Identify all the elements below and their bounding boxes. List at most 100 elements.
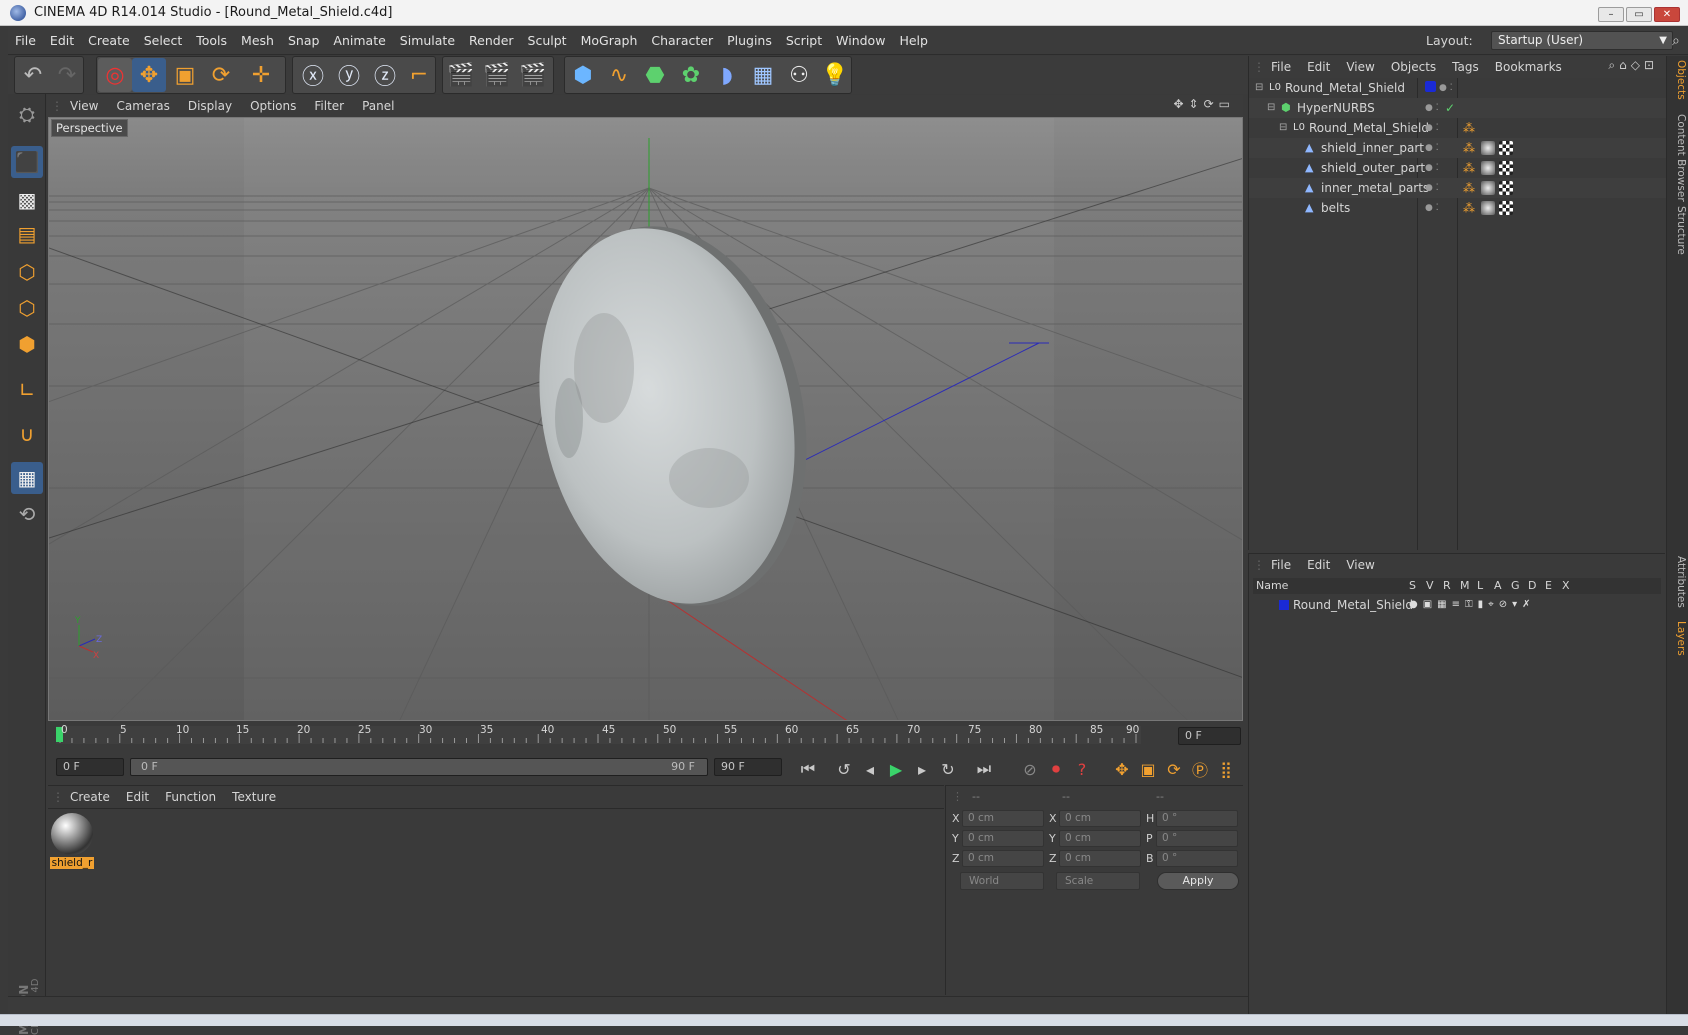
rot-h-field[interactable]: 0 ° bbox=[1156, 810, 1238, 827]
material-tag-icon[interactable] bbox=[1481, 181, 1495, 195]
current-frame-field[interactable]: 0 F bbox=[1178, 727, 1241, 745]
live-selection-icon[interactable]: ◎ bbox=[98, 58, 132, 92]
material-tag-icon[interactable] bbox=[1481, 201, 1495, 215]
menu-mesh[interactable]: Mesh bbox=[234, 27, 281, 55]
render-view-icon[interactable]: 🎬 bbox=[444, 58, 478, 92]
minimize-button[interactable]: – bbox=[1598, 7, 1624, 22]
object-tree-row[interactable]: ⊟ L0 Round_Metal_Shield ● ⁚ bbox=[1249, 78, 1666, 98]
viewport-menu-filter[interactable]: Filter bbox=[305, 95, 353, 117]
expand-toggle-icon[interactable]: ⊟ bbox=[1267, 98, 1275, 118]
close-button[interactable]: ✕ bbox=[1654, 7, 1680, 22]
object-manager-nav-icons[interactable]: ⌕⌂◇⊡ bbox=[1608, 58, 1658, 73]
menu-sculpt[interactable]: Sculpt bbox=[521, 27, 574, 55]
visibility-dots-icon[interactable]: ● ⁚ bbox=[1425, 138, 1439, 158]
phong-tag-icon[interactable]: ⁂ bbox=[1463, 138, 1475, 158]
phong-tag-icon[interactable]: ⁂ bbox=[1463, 178, 1475, 198]
objects-menu-tags[interactable]: Tags bbox=[1444, 56, 1487, 78]
object-tree-row[interactable]: ⊟ ⬢ HyperNURBS ● ⁚ ✓ bbox=[1249, 98, 1666, 118]
preview-range-slider[interactable]: 0 F 90 F bbox=[130, 758, 708, 776]
start-frame-field[interactable]: 0 F bbox=[56, 758, 124, 776]
layers-menu-edit[interactable]: Edit bbox=[1299, 554, 1338, 576]
menu-simulate[interactable]: Simulate bbox=[393, 27, 462, 55]
z-axis-lock-icon[interactable]: ⓩ bbox=[368, 58, 402, 92]
cube-object-icon[interactable]: ⬢ bbox=[566, 58, 600, 92]
phong-tag-icon[interactable]: ⁂ bbox=[1463, 198, 1475, 218]
timeline-ruler[interactable]: 0 5 10 15 20 25 30 35 40 45 50 55 60 65 … bbox=[48, 722, 1243, 750]
go-to-start-icon[interactable]: ⏮ bbox=[796, 758, 820, 780]
visibility-dots-icon[interactable]: ● ⁚ bbox=[1425, 178, 1439, 198]
menu-create[interactable]: Create bbox=[81, 27, 137, 55]
object-tree-row[interactable]: ▲ inner_metal_parts ● ⁚ ⁂ bbox=[1249, 178, 1666, 198]
size-x-field[interactable]: 0 cm bbox=[1059, 810, 1141, 827]
play-icon[interactable]: ▶ bbox=[884, 758, 908, 780]
recent-tool-icon[interactable]: ✛ bbox=[244, 58, 278, 92]
next-frame-icon[interactable]: ▸ bbox=[910, 758, 934, 780]
pos-x-field[interactable]: 0 cm bbox=[962, 810, 1044, 827]
size-z-field[interactable]: 0 cm bbox=[1059, 850, 1141, 867]
phong-tag-icon[interactable]: ⁂ bbox=[1463, 118, 1475, 138]
menu-window[interactable]: Window bbox=[829, 27, 892, 55]
texture-mode-icon[interactable]: ▩ bbox=[11, 184, 43, 216]
record-keys-icon[interactable]: ⊘ bbox=[1018, 758, 1042, 780]
visibility-dots-icon[interactable]: ● ⁚ bbox=[1439, 78, 1453, 98]
material-tag-icon[interactable] bbox=[1481, 141, 1495, 155]
nurbs-icon[interactable]: ⬣ bbox=[638, 58, 672, 92]
expand-toggle-icon[interactable]: ⊟ bbox=[1279, 118, 1287, 138]
viewport-menu-options[interactable]: Options bbox=[241, 95, 305, 117]
object-tree-row[interactable]: ▲ shield_outer_part ● ⁚ ⁂ bbox=[1249, 158, 1666, 178]
key-rotation-icon[interactable]: ⟳ bbox=[1162, 758, 1186, 780]
viewport-menu-panel[interactable]: Panel bbox=[353, 95, 403, 117]
enabled-check-icon[interactable]: ✓ bbox=[1445, 98, 1455, 118]
deformer-icon[interactable]: ◗ bbox=[710, 58, 744, 92]
visibility-dots-icon[interactable]: ● ⁚ bbox=[1425, 158, 1439, 178]
points-mode-icon[interactable]: ⬡ bbox=[11, 256, 43, 288]
apply-button[interactable]: Apply bbox=[1157, 872, 1239, 890]
render-picture-viewer-icon[interactable]: 🎬 bbox=[480, 58, 514, 92]
undo-icon[interactable]: ↶ bbox=[16, 58, 50, 92]
objects-menu-edit[interactable]: Edit bbox=[1299, 56, 1338, 78]
polygons-mode-icon[interactable]: ⬢ bbox=[11, 328, 43, 360]
menu-select[interactable]: Select bbox=[137, 27, 190, 55]
tab-attributes[interactable]: Attributes bbox=[1669, 556, 1687, 608]
menu-snap[interactable]: Snap bbox=[281, 27, 326, 55]
tab-content-browser[interactable]: Content Browser bbox=[1669, 114, 1687, 202]
perspective-viewport[interactable]: Y Z X Perspective bbox=[48, 117, 1243, 721]
material-tag-icon[interactable] bbox=[1481, 161, 1495, 175]
make-editable-icon[interactable]: ⛭ bbox=[11, 98, 43, 130]
redo-icon[interactable]: ↷ bbox=[50, 58, 84, 92]
layer-toggle-icons[interactable]: ●▣▦≡⚿▮⌖⊘▾✗ bbox=[1409, 596, 1536, 614]
rotate-tool-icon[interactable]: ⟳ bbox=[204, 58, 238, 92]
object-tree-row[interactable]: ▲ shield_inner_part ● ⁚ ⁂ bbox=[1249, 138, 1666, 158]
menu-plugins[interactable]: Plugins bbox=[720, 27, 779, 55]
uvw-tag-icon[interactable] bbox=[1499, 161, 1513, 175]
tab-layers[interactable]: Layers bbox=[1669, 621, 1687, 656]
menu-animate[interactable]: Animate bbox=[326, 27, 392, 55]
visibility-dots-icon[interactable]: ● ⁚ bbox=[1425, 118, 1439, 138]
go-to-end-icon[interactable]: ⏭ bbox=[972, 758, 996, 780]
menu-mograph[interactable]: MoGraph bbox=[574, 27, 645, 55]
keyframe-selection-icon[interactable]: ? bbox=[1070, 758, 1094, 780]
size-y-field[interactable]: 0 cm bbox=[1059, 830, 1141, 847]
key-position-icon[interactable]: ✥ bbox=[1110, 758, 1134, 780]
key-pla-icon[interactable]: ⣿ bbox=[1214, 758, 1238, 780]
key-scale-icon[interactable]: ▣ bbox=[1136, 758, 1160, 780]
menu-character[interactable]: Character bbox=[644, 27, 720, 55]
coord-mode-select[interactable]: World bbox=[960, 872, 1044, 890]
object-tree-row[interactable]: ⊟ L0 Round_Metal_Shield ● ⁚ ⁂ bbox=[1249, 118, 1666, 138]
tab-objects[interactable]: Objects bbox=[1669, 60, 1687, 100]
pos-z-field[interactable]: 0 cm bbox=[962, 850, 1044, 867]
objects-menu-file[interactable]: File bbox=[1263, 56, 1299, 78]
camera-icon[interactable]: ⚇ bbox=[782, 58, 816, 92]
visibility-dots-icon[interactable]: ● ⁚ bbox=[1425, 98, 1439, 118]
rot-p-field[interactable]: 0 ° bbox=[1156, 830, 1238, 847]
viewport-menu-cameras[interactable]: Cameras bbox=[107, 95, 178, 117]
uvw-tag-icon[interactable] bbox=[1499, 141, 1513, 155]
layers-menu-view[interactable]: View bbox=[1338, 554, 1382, 576]
rot-b-field[interactable]: 0 ° bbox=[1156, 850, 1238, 867]
coordinate-system-icon[interactable]: ⌐ bbox=[402, 58, 436, 92]
objects-menu-view[interactable]: View bbox=[1338, 56, 1382, 78]
object-tree-row[interactable]: ▲ belts ● ⁚ ⁂ bbox=[1249, 198, 1666, 218]
uvw-tag-icon[interactable] bbox=[1499, 201, 1513, 215]
visibility-dots-icon[interactable]: ● ⁚ bbox=[1425, 198, 1439, 218]
workplane-mode-icon[interactable]: ▤ bbox=[11, 218, 43, 250]
